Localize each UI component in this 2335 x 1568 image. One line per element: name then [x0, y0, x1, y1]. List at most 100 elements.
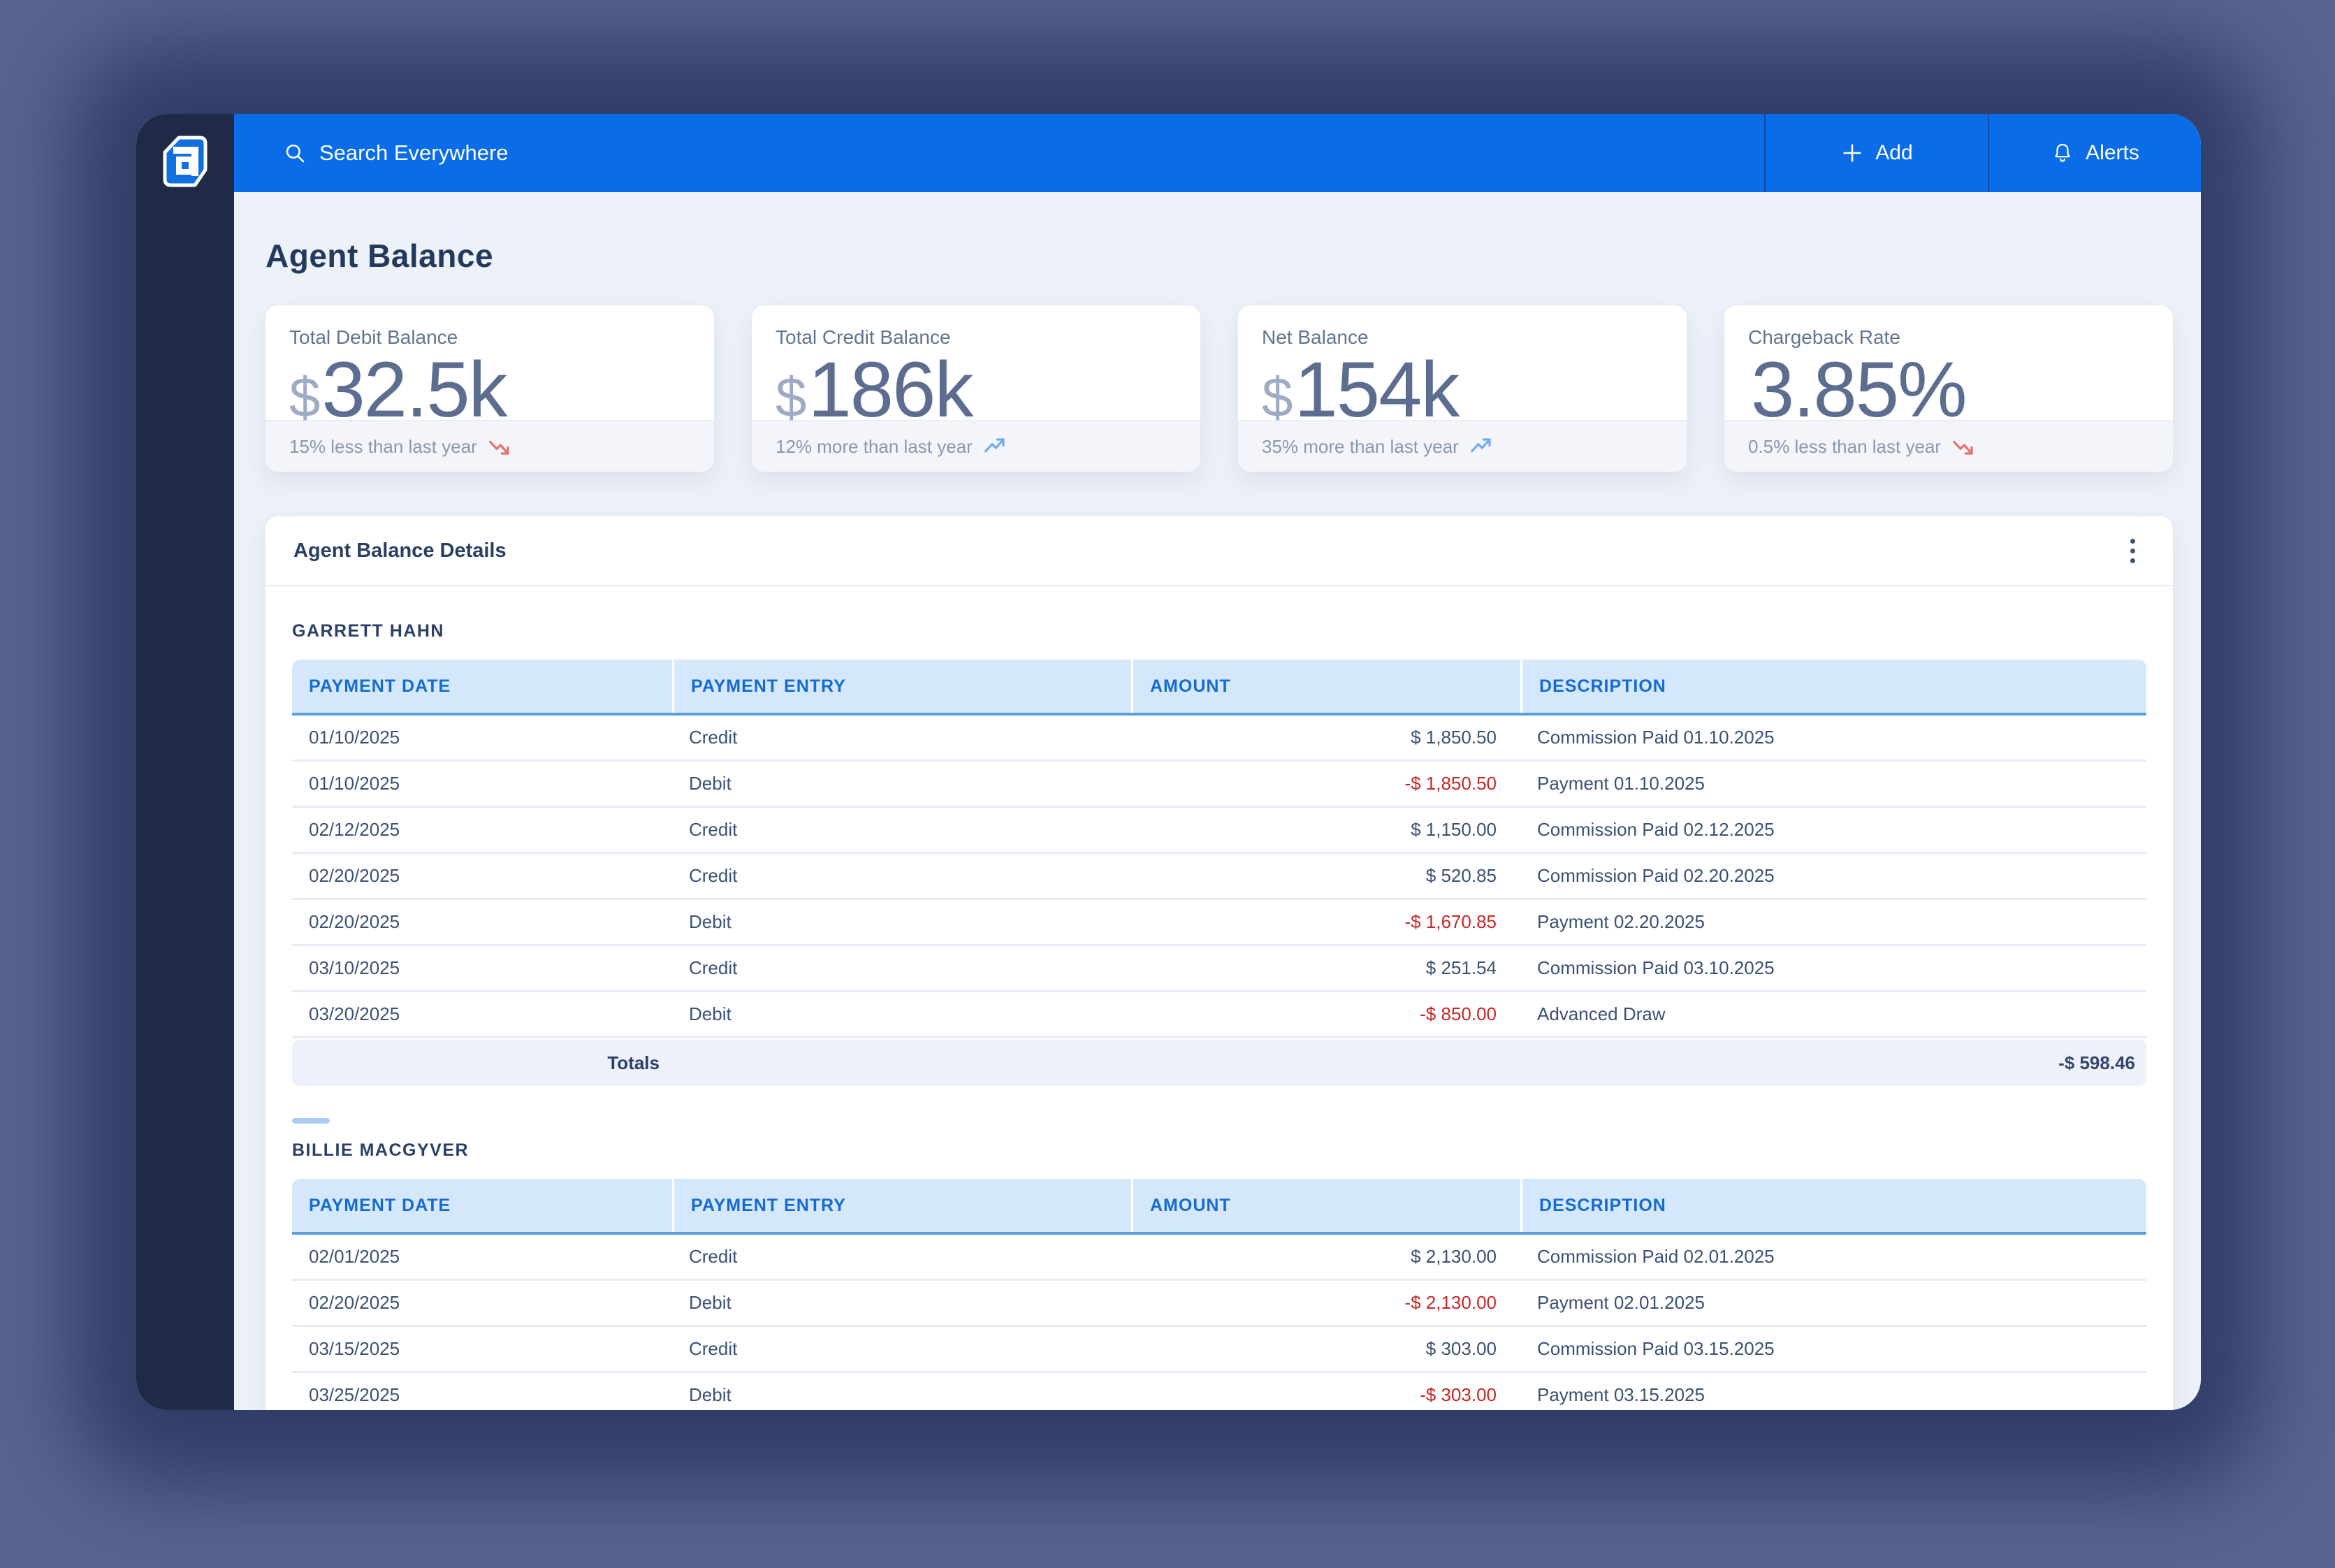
table-row: 02/12/2025 Credit $ 1,150.00 Commission Pai…: [292, 808, 2146, 854]
bell-icon: [2055, 143, 2070, 162]
alerts-button[interactable]: Alerts: [1988, 114, 2201, 192]
stat-footnote: 0.5% less than last year: [1748, 435, 1942, 457]
stat-footnote: 35% more than last year: [1262, 435, 1459, 457]
trend-down-icon: [488, 440, 509, 455]
stat-value: 3.85%: [1751, 346, 1967, 433]
cell-payment-date: 03/20/2025: [309, 1003, 400, 1024]
table-row: 02/20/2025 Debit -$ 2,130.00 Payment 02.01.…: [292, 1281, 2146, 1327]
cell-description: Commission Paid 03.15.2025: [1537, 1338, 1775, 1359]
stat-card-net-balance: Net Balance $154k 35% more than last yea…: [1238, 305, 1687, 472]
cell-payment-date: 02/20/2025: [309, 911, 400, 932]
cell-amount: -$ 850.00: [1420, 1003, 1497, 1024]
cell-payment-entry: Debit: [689, 1292, 732, 1313]
column-header-amount[interactable]: AMOUNT: [1131, 1179, 1520, 1232]
page-title: Agent Balance: [265, 238, 494, 274]
cell-payment-date: 02/20/2025: [309, 1292, 400, 1313]
stat-cards-row: Total Debit Balance $32.5k 15% less than…: [265, 305, 2173, 472]
cell-payment-entry: Credit: [689, 727, 738, 748]
totals-value: -$ 598.46: [2058, 1052, 2135, 1073]
currency-sign: $: [776, 366, 806, 428]
column-header-payment-entry[interactable]: PAYMENT ENTRY: [672, 1179, 1131, 1232]
column-header-description[interactable]: DESCRIPTION: [1520, 1179, 2146, 1232]
table-row: 01/10/2025 Credit $ 1,850.50 Commission Pai…: [292, 716, 2146, 762]
agent-sections: GARRETT HAHN PAYMENT DATE PAYMENT ENTRY …: [265, 621, 2173, 1410]
cell-payment-entry: Debit: [689, 911, 732, 932]
totals-label: Totals: [607, 1052, 660, 1073]
column-header-payment-entry[interactable]: PAYMENT ENTRY: [672, 660, 1131, 713]
add-button[interactable]: Add: [1764, 114, 1988, 192]
trend-down-icon: [1953, 440, 1973, 455]
column-header-payment-date[interactable]: PAYMENT DATE: [292, 1179, 672, 1232]
cell-amount: $ 2,130.00: [1411, 1246, 1497, 1267]
table-row: 01/10/2025 Debit -$ 1,850.50 Payment 01.10.…: [292, 762, 2146, 808]
cell-amount: -$ 1,670.85: [1404, 911, 1497, 932]
totals-row: Totals -$ 598.46: [292, 1040, 2146, 1086]
stat-value: $32.5k: [289, 346, 507, 433]
cell-amount: -$ 2,130.00: [1404, 1292, 1497, 1313]
stat-value: $154k: [1262, 346, 1460, 433]
sidebar: [136, 114, 234, 1410]
table-row: 03/20/2025 Debit -$ 850.00 Advanced Draw: [292, 992, 2146, 1038]
section-divider-dash: [292, 1118, 330, 1124]
stat-footnote: 12% more than last year: [776, 435, 973, 457]
cell-amount: $ 303.00: [1425, 1338, 1497, 1359]
cell-description: Commission Paid 01.10.2025: [1537, 727, 1775, 748]
cell-amount: -$ 303.00: [1420, 1384, 1497, 1405]
cell-payment-entry: Credit: [689, 957, 738, 978]
details-card-title: Agent Balance Details: [293, 539, 507, 562]
cell-description: Payment 03.15.2025: [1537, 1384, 1705, 1405]
search-icon: [286, 144, 305, 163]
stat-value: $186k: [776, 346, 973, 433]
stat-card-total-debit: Total Debit Balance $32.5k 15% less than…: [265, 305, 714, 472]
table-row: 02/20/2025 Credit $ 520.85 Commission Paid …: [292, 854, 2146, 900]
app-logo-icon[interactable]: [162, 135, 208, 188]
details-card-header: Agent Balance Details: [265, 516, 2173, 586]
alerts-button-label: Alerts: [2086, 141, 2139, 164]
column-header-payment-date[interactable]: PAYMENT DATE: [292, 660, 672, 713]
cell-description: Payment 02.20.2025: [1537, 911, 1705, 932]
stat-card-total-credit: Total Credit Balance $186k 12% more than…: [752, 305, 1200, 472]
cell-amount: $ 520.85: [1425, 865, 1497, 886]
column-header-description[interactable]: DESCRIPTION: [1520, 660, 2146, 713]
stat-card-chargeback-rate: Chargeback Rate 3.85% 0.5% less than las…: [1724, 305, 2173, 472]
cell-description: Payment 01.10.2025: [1537, 773, 1705, 794]
cell-payment-entry: Credit: [689, 865, 738, 886]
cell-payment-date: 03/25/2025: [309, 1384, 400, 1405]
cell-amount: $ 1,850.50: [1411, 727, 1497, 748]
table-row: 03/15/2025 Credit $ 303.00 Commission Paid …: [292, 1327, 2146, 1373]
cell-payment-date: 01/10/2025: [309, 727, 400, 748]
agent-section: GARRETT HAHN PAYMENT DATE PAYMENT ENTRY …: [292, 621, 2146, 1086]
section-name: GARRETT HAHN: [292, 621, 444, 641]
cell-payment-date: 02/20/2025: [309, 865, 400, 886]
agent-section: BILLIE MACGYVER PAYMENT DATE PAYMENT ENT…: [292, 1118, 2146, 1410]
table-header-row: PAYMENT DATE PAYMENT ENTRY AMOUNT DESCRI…: [292, 660, 2146, 716]
cell-description: Commission Paid 02.01.2025: [1537, 1246, 1775, 1267]
cell-description: Commission Paid 02.20.2025: [1537, 865, 1775, 886]
search-placeholder: Search Everywhere: [319, 140, 509, 165]
cell-payment-date: 02/12/2025: [309, 819, 400, 840]
section-name: BILLIE MACGYVER: [292, 1140, 470, 1160]
cell-payment-date: 03/10/2025: [309, 957, 400, 978]
cell-description: Commission Paid 03.10.2025: [1537, 957, 1775, 978]
cell-description: Commission Paid 02.12.2025: [1537, 819, 1775, 840]
cell-payment-date: 01/10/2025: [309, 773, 400, 794]
cell-description: Payment 02.01.2025: [1537, 1292, 1705, 1313]
cell-payment-entry: Debit: [689, 773, 732, 794]
cell-amount: $ 1,150.00: [1411, 819, 1497, 840]
stat-footnote: 15% less than last year: [289, 435, 477, 457]
kebab-menu-icon[interactable]: [2121, 532, 2145, 570]
cell-payment-date: 02/01/2025: [309, 1246, 400, 1267]
cell-payment-date: 03/15/2025: [309, 1338, 400, 1359]
cell-payment-entry: Credit: [689, 1246, 738, 1267]
cell-payment-entry: Debit: [689, 1384, 732, 1405]
table-row: 03/10/2025 Credit $ 251.54 Commission Paid …: [292, 946, 2146, 992]
column-header-amount[interactable]: AMOUNT: [1131, 660, 1520, 713]
table-body: 02/01/2025 Credit $ 2,130.00 Commission Pai…: [292, 1235, 2146, 1410]
search-input[interactable]: Search Everywhere: [234, 114, 1764, 192]
main-area: Search Everywhere Add Alerts Agent Balan…: [234, 114, 2201, 1410]
cell-description: Advanced Draw: [1537, 1003, 1666, 1024]
plus-icon: [1843, 144, 1861, 162]
table-header-row: PAYMENT DATE PAYMENT ENTRY AMOUNT DESCRI…: [292, 1179, 2146, 1235]
table-body: 01/10/2025 Credit $ 1,850.50 Commission Pai…: [292, 716, 2146, 1038]
cell-payment-entry: Credit: [689, 819, 738, 840]
